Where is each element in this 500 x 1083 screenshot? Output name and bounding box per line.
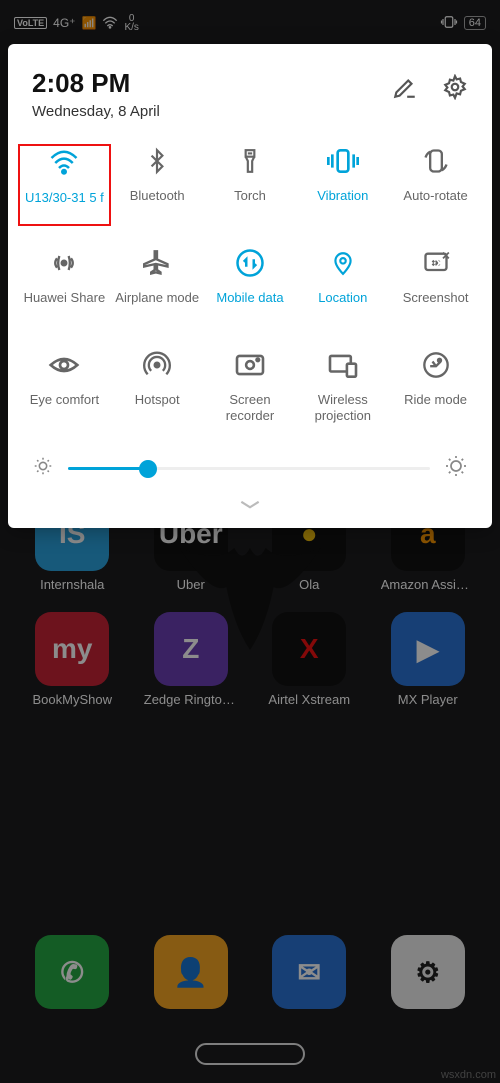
- app-label: BookMyShow: [25, 692, 119, 707]
- airplane-icon: [142, 246, 172, 280]
- app-label: Internshala: [25, 577, 119, 592]
- settings-icon[interactable]: [442, 74, 468, 105]
- toggle-label: Eye comfort: [28, 392, 101, 408]
- app-messages[interactable]: ✉: [272, 935, 346, 1009]
- toggle-label: Torch: [232, 188, 268, 204]
- screenrecorder-icon: [234, 348, 266, 382]
- app-tile: 👤: [154, 935, 228, 1009]
- toggle-bluetooth[interactable]: Bluetooth: [111, 144, 204, 226]
- app-label: Amazon Assis…: [381, 577, 475, 592]
- app-contacts[interactable]: 👤: [154, 935, 228, 1009]
- toggle-wifi[interactable]: U13/30-31 5 f: [18, 144, 111, 226]
- toggle-screenrecorder[interactable]: Screenrecorder: [204, 348, 297, 430]
- eyecomfort-icon: [48, 348, 80, 382]
- toggle-projection[interactable]: Wirelessprojection: [296, 348, 389, 430]
- toggle-label: U13/30-31 5 f: [23, 190, 106, 206]
- expand-handle[interactable]: [18, 493, 482, 520]
- quick-settings-panel: 2:08 PM Wednesday, 8 April U13/30-31 5 f…: [8, 44, 492, 528]
- toggle-hotspot[interactable]: Hotspot: [111, 348, 204, 430]
- app-phone[interactable]: ✆: [35, 935, 109, 1009]
- toggle-vibration[interactable]: Vibration: [296, 144, 389, 226]
- toggle-label: Huawei Share: [22, 290, 108, 306]
- app-label: Airtel Xstream: [262, 692, 356, 707]
- toggle-huaweishare[interactable]: Huawei Share: [18, 246, 111, 328]
- toggle-label: Ride mode: [402, 392, 469, 408]
- app-tile: ▶: [391, 612, 465, 686]
- app-settings[interactable]: ⚙: [391, 935, 465, 1009]
- brightness-high-icon: [444, 454, 468, 483]
- toggle-label: Hotspot: [133, 392, 182, 408]
- app-bookmyshow[interactable]: my BookMyShow: [25, 612, 119, 707]
- location-icon: [330, 246, 356, 280]
- toggle-screenshot[interactable]: Screenshot: [389, 246, 482, 328]
- app-tile: ✆: [35, 935, 109, 1009]
- brightness-low-icon: [32, 455, 54, 482]
- huaweishare-icon: [49, 246, 79, 280]
- toggle-label: Airplane mode: [113, 290, 201, 306]
- toggle-label: Screenrecorder: [224, 392, 276, 425]
- screenshot-icon: [421, 246, 451, 280]
- toggle-label: Bluetooth: [128, 188, 187, 204]
- toggle-label: Wirelessprojection: [313, 392, 373, 425]
- torch-icon: [237, 144, 263, 178]
- toggle-location[interactable]: Location: [296, 246, 389, 328]
- toggle-eyecomfort[interactable]: Eye comfort: [18, 348, 111, 430]
- brightness-row: [18, 430, 482, 493]
- app-tile: my: [35, 612, 109, 686]
- app-tile: ✉: [272, 935, 346, 1009]
- toggle-label: Vibration: [315, 188, 370, 204]
- brightness-slider[interactable]: [68, 467, 430, 470]
- toggle-torch[interactable]: Torch: [204, 144, 297, 226]
- wallpaper-batman-icon: [170, 540, 330, 650]
- toggle-ridemode[interactable]: Ride mode: [389, 348, 482, 430]
- edit-icon[interactable]: [392, 74, 418, 105]
- nav-pill[interactable]: [195, 1043, 305, 1065]
- wifi-icon: [49, 146, 79, 180]
- app-label: Zedge Rington…: [144, 692, 238, 707]
- toggle-label: Mobile data: [214, 290, 285, 306]
- toggle-grid: U13/30-31 5 f Bluetooth Torch Vibration Auto…: [18, 144, 482, 430]
- toggle-label: Location: [316, 290, 369, 306]
- bluetooth-icon: [144, 144, 170, 178]
- app-mx-player[interactable]: ▶ MX Player: [381, 612, 475, 707]
- ridemode-icon: [421, 348, 451, 382]
- hotspot-icon: [142, 348, 172, 382]
- autorotate-icon: [421, 144, 451, 178]
- toggle-mobiledata[interactable]: Mobile data: [204, 246, 297, 328]
- app-tile: ⚙: [391, 935, 465, 1009]
- panel-date[interactable]: Wednesday, 8 April: [32, 103, 392, 120]
- toggle-label: Auto-rotate: [401, 188, 469, 204]
- toggle-label: Screenshot: [401, 290, 471, 306]
- panel-time[interactable]: 2:08 PM: [32, 68, 392, 99]
- mobiledata-icon: [235, 246, 265, 280]
- app-label: MX Player: [381, 692, 475, 707]
- watermark: wsxdn.com: [441, 1069, 496, 1081]
- toggle-autorotate[interactable]: Auto-rotate: [389, 144, 482, 226]
- dock: ✆ 👤 ✉ ⚙: [0, 917, 500, 1043]
- toggle-airplane[interactable]: Airplane mode: [111, 246, 204, 328]
- projection-icon: [327, 348, 359, 382]
- vibration-icon: [327, 144, 359, 178]
